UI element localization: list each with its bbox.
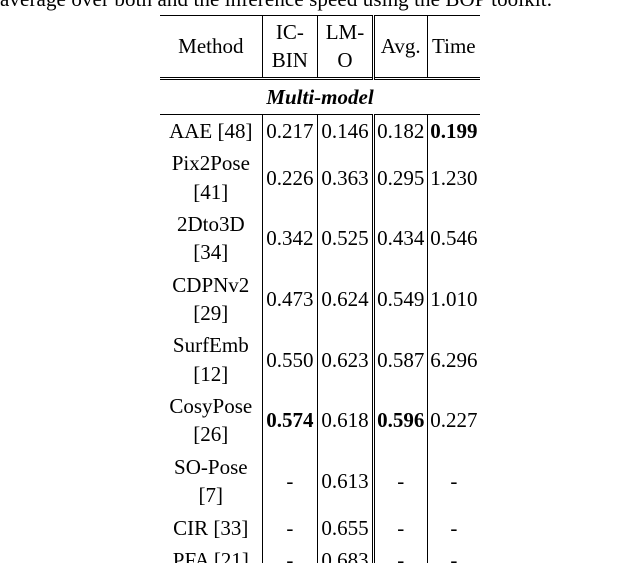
cell-avg: 0.549 xyxy=(373,269,427,330)
cell-avg: 0.434 xyxy=(373,208,427,269)
col-method: Method xyxy=(160,16,262,79)
cell-lmo: 0.525 xyxy=(318,208,374,269)
cell-method: SO-Pose [7] xyxy=(160,451,262,512)
cell-lmo: 0.623 xyxy=(318,329,374,390)
cell-method: CIR [33] xyxy=(160,512,262,544)
col-time: Time xyxy=(427,16,480,79)
header-row: Method IC-BIN LM-O Avg. Time xyxy=(160,16,480,79)
cell-icbin: 0.342 xyxy=(262,208,318,269)
cell-avg: - xyxy=(373,512,427,544)
cell-method: CosyPose [26] xyxy=(160,390,262,451)
cell-method: PFA [21] xyxy=(160,544,262,563)
table-row: CDPNv2 [29]0.4730.6240.5491.010 xyxy=(160,269,480,330)
results-table: Method IC-BIN LM-O Avg. Time Multi-model… xyxy=(160,15,480,563)
cell-time: 0.199 xyxy=(427,115,480,148)
cell-method: AAE [48] xyxy=(160,115,262,148)
cell-icbin: 0.217 xyxy=(262,115,318,148)
cell-time: 1.010 xyxy=(427,269,480,330)
cell-time: - xyxy=(427,544,480,563)
col-avg: Avg. xyxy=(373,16,427,79)
cell-avg: 0.182 xyxy=(373,115,427,148)
cell-time: 1.230 xyxy=(427,147,480,208)
caption-fragment: average over both and the inference spee… xyxy=(0,0,640,12)
cell-method: Pix2Pose [41] xyxy=(160,147,262,208)
cell-icbin: - xyxy=(262,451,318,512)
col-lmo: LM-O xyxy=(318,16,374,79)
cell-method: 2Dto3D [34] xyxy=(160,208,262,269)
cell-lmo: 0.655 xyxy=(318,512,374,544)
cell-avg: - xyxy=(373,544,427,563)
cell-avg: 0.295 xyxy=(373,147,427,208)
cell-icbin: 0.574 xyxy=(262,390,318,451)
cell-lmo: 0.613 xyxy=(318,451,374,512)
cell-icbin: 0.226 xyxy=(262,147,318,208)
table-row: PFA [21]-0.683-- xyxy=(160,544,480,563)
cell-lmo: 0.624 xyxy=(318,269,374,330)
table-row: AAE [48]0.2170.1460.1820.199 xyxy=(160,115,480,148)
cell-avg: - xyxy=(373,451,427,512)
table-row: CIR [33]-0.655-- xyxy=(160,512,480,544)
cell-time: - xyxy=(427,451,480,512)
table-row: CosyPose [26]0.5740.6180.5960.227 xyxy=(160,390,480,451)
cell-lmo: 0.363 xyxy=(318,147,374,208)
col-icbin: IC-BIN xyxy=(262,16,318,79)
cell-icbin: - xyxy=(262,512,318,544)
cell-avg: 0.587 xyxy=(373,329,427,390)
table-row: 2Dto3D [34]0.3420.5250.4340.546 xyxy=(160,208,480,269)
cell-icbin: - xyxy=(262,544,318,563)
cell-lmo: 0.683 xyxy=(318,544,374,563)
cell-avg: 0.596 xyxy=(373,390,427,451)
cell-lmo: 0.618 xyxy=(318,390,374,451)
cell-time: - xyxy=(427,512,480,544)
cell-time: 0.227 xyxy=(427,390,480,451)
cell-method: SurfEmb [12] xyxy=(160,329,262,390)
cell-icbin: 0.550 xyxy=(262,329,318,390)
table-row: SurfEmb [12]0.5500.6230.5876.296 xyxy=(160,329,480,390)
cell-lmo: 0.146 xyxy=(318,115,374,148)
section-multi: Multi-model xyxy=(160,78,480,114)
cell-time: 6.296 xyxy=(427,329,480,390)
cell-method: CDPNv2 [29] xyxy=(160,269,262,330)
section-label: Multi-model xyxy=(160,78,480,114)
cell-time: 0.546 xyxy=(427,208,480,269)
cell-icbin: 0.473 xyxy=(262,269,318,330)
table-row: Pix2Pose [41]0.2260.3630.2951.230 xyxy=(160,147,480,208)
table-row: SO-Pose [7]-0.613-- xyxy=(160,451,480,512)
